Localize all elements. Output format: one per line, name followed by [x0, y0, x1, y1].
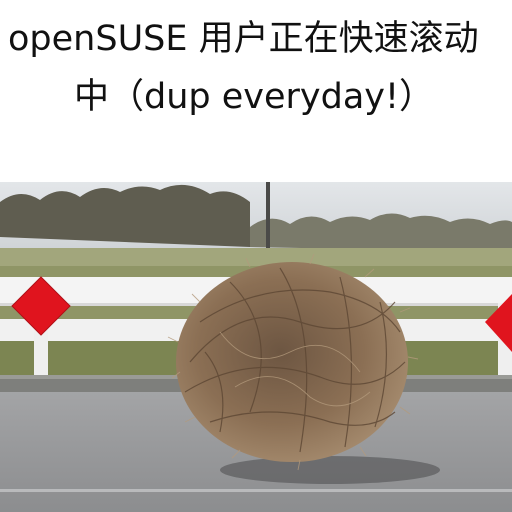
tumbleweed-shadow	[220, 456, 440, 484]
caption-line-2: 中（dup everyday!）	[74, 77, 435, 117]
tumbleweed-photo	[0, 182, 512, 512]
power-pole	[266, 182, 270, 250]
meme-image: openSUSE 用户正在快速滚动 中（dup everyday!）	[0, 0, 512, 512]
caption-line-1: openSUSE 用户正在快速滚动	[8, 19, 479, 59]
caption: openSUSE 用户正在快速滚动 中（dup everyday!）	[0, 0, 512, 182]
